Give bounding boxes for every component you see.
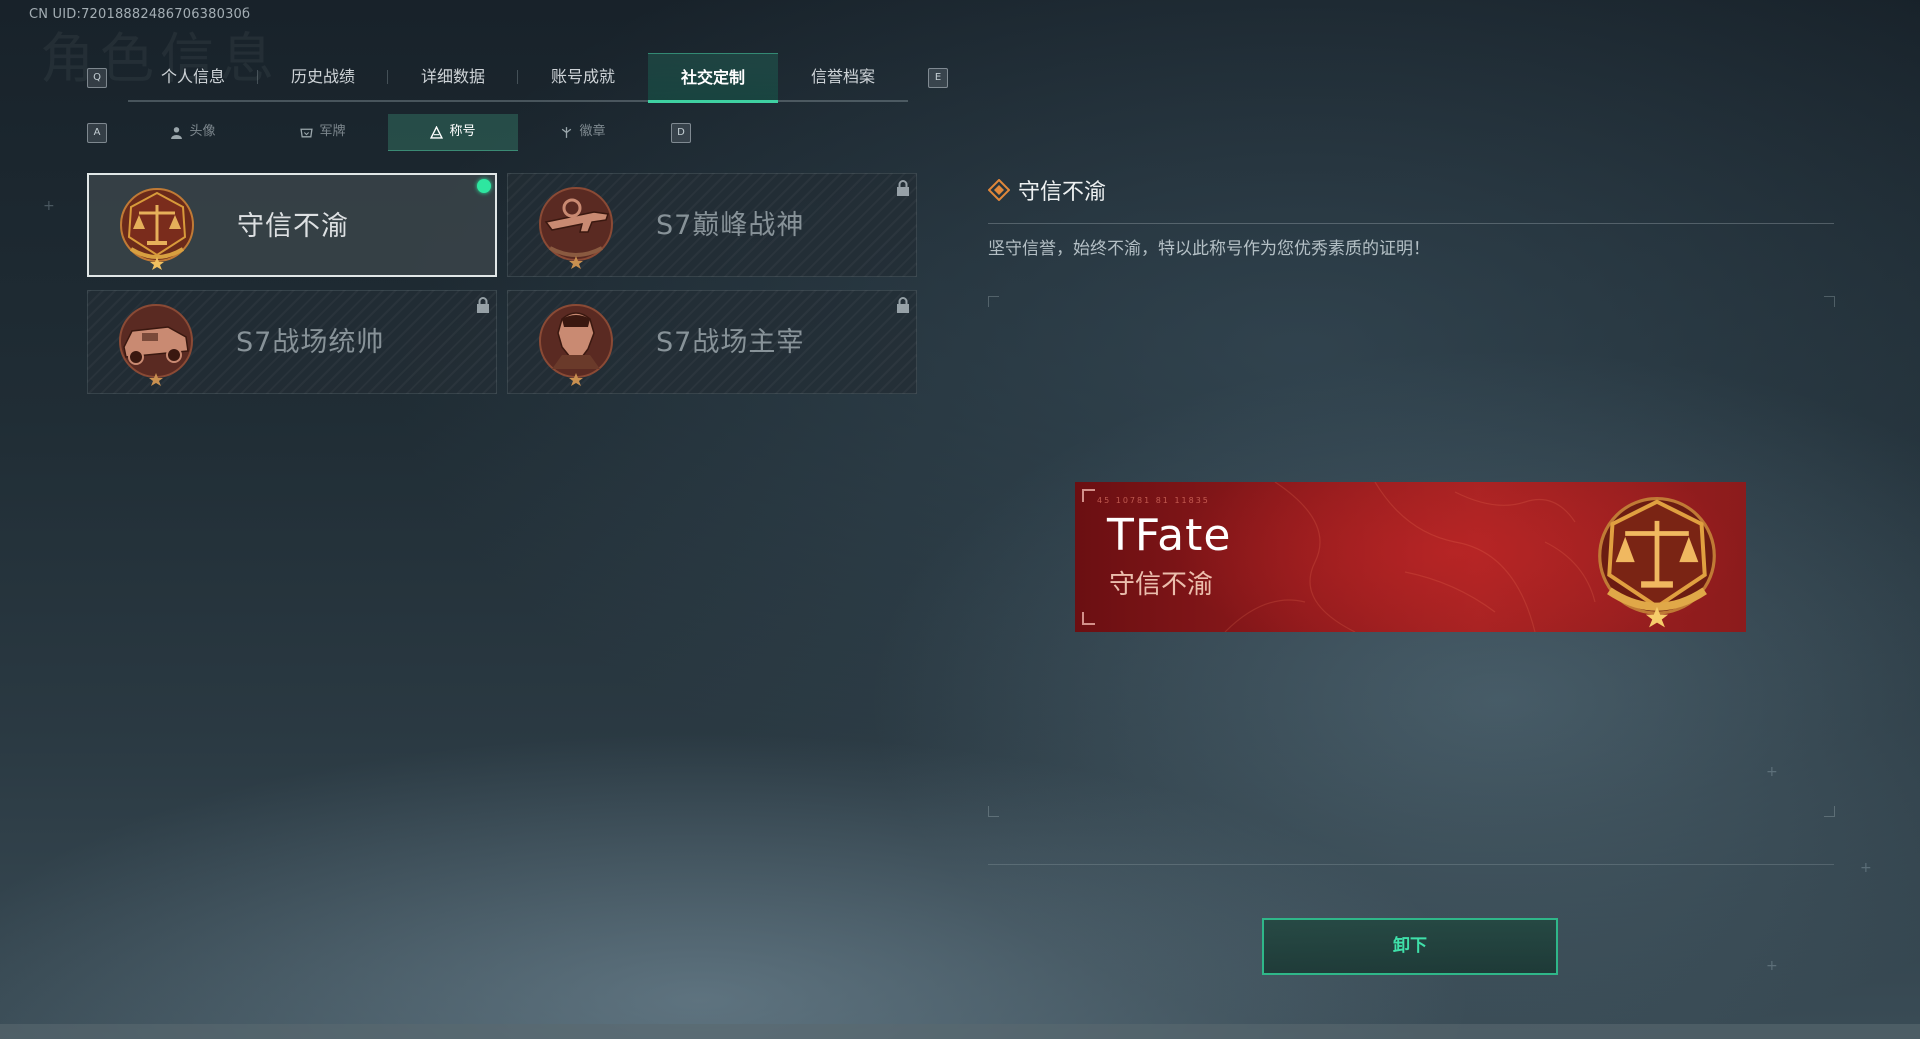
tab-achievements[interactable]: 账号成就 (518, 53, 648, 100)
frame-corner (988, 296, 999, 307)
lock-icon (477, 297, 489, 313)
title-card-label: S7巅峰战神 (656, 210, 805, 241)
tab-label: 详细数据 (420, 67, 485, 86)
sub-tab-bar: 头像 军牌 称号 徽章 (128, 114, 648, 151)
tab-personal-info[interactable]: 个人信息 (128, 53, 258, 100)
vehicle-emblem-icon (119, 304, 193, 386)
key-hint-next-sub[interactable]: D (671, 123, 691, 143)
subtab-label: 头像 (189, 124, 216, 139)
diamond-icon (988, 179, 1010, 201)
subtab-label: 徽章 (579, 124, 606, 139)
tab-match-history[interactable]: 历史战绩 (258, 53, 388, 100)
person-icon (171, 126, 183, 139)
tab-label: 历史战绩 (290, 67, 355, 86)
key-hint-next-main[interactable]: E (928, 68, 948, 88)
unequip-button[interactable]: 卸下 (1262, 918, 1558, 975)
crosshair-decoration: + (43, 198, 55, 214)
detail-bottom-divider (988, 864, 1834, 865)
crosshair-decoration: + (1766, 764, 1778, 780)
tab-social-customization[interactable]: 社交定制 (648, 53, 778, 103)
equipped-indicator (477, 179, 491, 193)
banner-title: 守信不渝 (1109, 570, 1214, 600)
lock-icon (897, 297, 909, 313)
title-card-label: S7战场统帅 (236, 327, 385, 358)
title-card[interactable]: S7战场统帅 (87, 290, 497, 394)
subtab-badge[interactable]: 徽章 (518, 114, 648, 150)
subtab-label: 军牌 (319, 124, 346, 139)
tab-label: 社交定制 (680, 68, 745, 87)
detail-divider (988, 223, 1834, 224)
banner-code-text: 45 10781 81 11835 (1097, 496, 1210, 505)
tab-label: 信誉档案 (810, 67, 875, 86)
detail-title: 守信不渝 (1018, 180, 1107, 205)
dogtag-icon (300, 128, 314, 137)
tab-label: 个人信息 (160, 67, 225, 86)
soldier-emblem-icon (539, 304, 613, 386)
key-hint-prev-sub[interactable]: A (87, 123, 107, 143)
title-icon (430, 125, 444, 139)
title-card[interactable]: S7巅峰战神 (507, 173, 917, 277)
detail-description: 坚守信誉，始终不渝，特以此称号作为您优秀素质的证明！ (988, 239, 1430, 259)
scales-emblem-icon (120, 188, 194, 270)
title-card-label: 守信不渝 (237, 211, 349, 242)
frame-corner (1824, 296, 1835, 307)
lock-icon (897, 180, 909, 196)
title-card-label: S7战场主宰 (656, 327, 805, 358)
subtab-label: 称号 (449, 124, 476, 139)
footer-bar (0, 1024, 1920, 1039)
rifle-emblem-icon (539, 187, 613, 269)
tab-label: 账号成就 (550, 67, 615, 86)
title-card[interactable]: S7战场主宰 (507, 290, 917, 394)
key-hint-prev-main[interactable]: Q (87, 68, 107, 88)
title-customization-screen: 角色信息 CN UID:7201888248670638030б + + + +… (0, 0, 1920, 1039)
subtab-avatar[interactable]: 头像 (128, 114, 258, 150)
frame-corner (988, 806, 999, 817)
player-uid: CN UID:7201888248670638030б (29, 7, 251, 22)
subtab-title[interactable]: 称号 (388, 114, 518, 151)
subtab-dogtag[interactable]: 军牌 (258, 114, 388, 150)
tab-detailed-stats[interactable]: 详细数据 (388, 53, 518, 100)
tab-reputation[interactable]: 信誉档案 (778, 53, 908, 100)
title-card-selected[interactable]: 守信不渝 (87, 173, 497, 277)
title-banner-preview: 45 10781 81 11835 TFate 守信不渝 (1075, 482, 1746, 632)
crosshair-decoration: + (1766, 958, 1778, 974)
badge-icon (562, 126, 572, 138)
scales-emblem-icon (1598, 496, 1716, 628)
banner-player-name: TFate (1107, 510, 1232, 561)
frame-corner (1824, 806, 1835, 817)
crosshair-decoration: + (1860, 860, 1872, 876)
main-tab-bar: 个人信息 历史战绩 详细数据 账号成就 社交定制 信誉档案 (128, 53, 908, 103)
